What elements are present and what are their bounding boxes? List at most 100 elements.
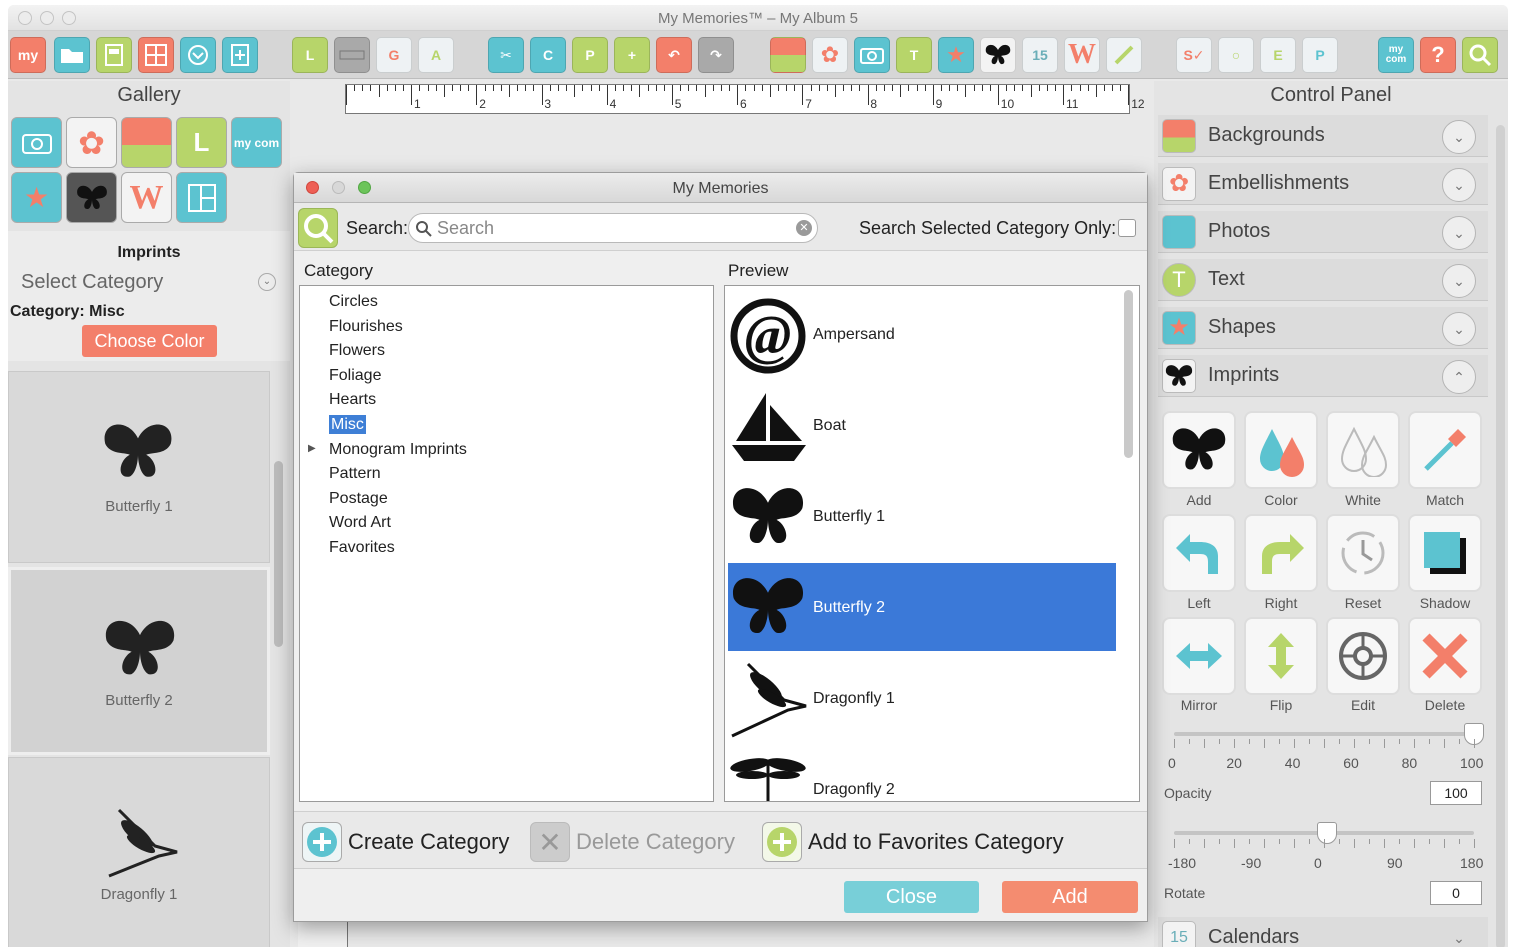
rotate-value-field[interactable]: 0 [1430,881,1482,905]
category-item[interactable]: Flowers [329,342,385,360]
export-icon[interactable]: E [1260,37,1296,73]
category-item[interactable]: Flourishes [329,318,403,336]
add-button[interactable]: Add [1002,881,1138,913]
choose-color-button[interactable]: Choose Color [82,325,217,357]
clear-search-icon[interactable]: ✕ [796,220,812,236]
preview-scrollbar[interactable] [1124,290,1133,458]
opacity-value-field[interactable]: 100 [1430,781,1482,805]
rotate-right-button[interactable] [1244,514,1318,592]
chevron-up-icon[interactable]: ⌃ [1442,360,1476,394]
search-input[interactable] [408,213,818,243]
mirror-button[interactable] [1162,617,1236,695]
opacity-slider[interactable] [1174,732,1474,736]
add-to-favorites-button[interactable]: Add to Favorites Category [762,821,1064,863]
shadow-button[interactable] [1408,514,1482,592]
category-item[interactable]: Postage [329,490,388,508]
reset-button[interactable] [1326,514,1400,592]
align-tool-icon[interactable]: A [418,37,454,73]
gallery-embellishments-icon[interactable]: ✿ [66,117,117,168]
category-item[interactable]: Word Art [329,514,391,532]
delete-category-button[interactable]: ✕ Delete Category [530,821,735,863]
my-logo-icon[interactable]: my [10,37,46,73]
gallery-shapes-icon[interactable]: ★ [11,172,62,223]
layout-icon[interactable] [138,37,174,73]
chevron-down-icon[interactable]: ⌄ [1442,264,1476,298]
redo-icon[interactable]: ↷ [698,37,734,73]
gallery-layouts-icon[interactable]: L [176,117,227,168]
download-icon[interactable] [180,37,216,73]
control-panel-scrollbar[interactable] [1496,125,1505,947]
close-button[interactable]: Close [844,881,979,913]
ruler-tool-icon[interactable] [334,37,370,73]
category-item[interactable]: Monogram Imprints [329,441,467,459]
gallery-word-art-icon[interactable]: W [121,172,172,223]
section-text[interactable]: T Text ⌄ [1158,259,1488,301]
shapes-star-icon[interactable]: ★ [938,37,974,73]
section-photos[interactable]: Photos ⌄ [1158,211,1488,253]
paste-tool-icon[interactable]: P [572,37,608,73]
gallery-photos-icon[interactable] [11,117,62,168]
color-button[interactable] [1244,411,1318,489]
chevron-down-icon[interactable]: ⌄ [258,273,276,291]
white-button[interactable] [1326,411,1400,489]
chevron-down-icon[interactable]: ⌄ [1442,922,1476,947]
category-item[interactable]: Favorites [329,539,395,557]
add-page-icon[interactable] [222,37,258,73]
section-imprints[interactable]: Imprints ⌃ [1158,355,1488,397]
preview-item[interactable]: Dragonfly 1 [728,654,1116,742]
preview-item[interactable]: Butterfly 1 [728,472,1116,560]
preview-icon[interactable]: ○ [1218,37,1254,73]
gallery-templates-icon[interactable] [176,172,227,223]
word-art-icon[interactable]: W [1064,37,1100,73]
rotate-slider-thumb[interactable] [1317,822,1337,844]
category-item[interactable]: Pattern [329,465,381,483]
save-icon[interactable] [96,37,132,73]
gallery-mycom-icon[interactable]: my com [231,117,282,168]
preview-item[interactable]: Dragonfly 2 [728,745,1116,801]
edit-button[interactable] [1326,617,1400,695]
delete-button[interactable] [1408,617,1482,695]
preview-item-selected[interactable]: Butterfly 2 [728,563,1116,651]
chevron-down-icon[interactable]: ⌄ [1442,312,1476,346]
chevron-down-icon[interactable]: ⌄ [1442,216,1476,250]
category-item[interactable]: Foliage [329,367,381,385]
gallery-scrollbar[interactable] [274,461,283,647]
brush-icon[interactable] [1106,37,1142,73]
select-category-dropdown[interactable]: Select Category [21,271,163,294]
gallery-item[interactable]: Dragonfly 1 [8,757,270,947]
section-embellishments[interactable]: ✿ Embellishments ⌄ [1158,163,1488,205]
layout-template-icon[interactable]: L [292,37,328,73]
section-calendars[interactable]: 15 Calendars ⌄ [1158,917,1488,947]
section-backgrounds[interactable]: Backgrounds ⌄ [1158,115,1488,157]
category-item[interactable]: Circles [329,293,378,311]
print-icon[interactable]: P [1302,37,1338,73]
disclosure-triangle-icon[interactable]: ▶ [308,443,316,454]
folder-icon[interactable] [54,37,90,73]
create-category-button[interactable]: Create Category [302,821,509,863]
butterfly-icon[interactable] [980,37,1016,73]
rotate-left-button[interactable] [1162,514,1236,592]
grid-tool-icon[interactable]: G [376,37,412,73]
chevron-down-icon[interactable]: ⌄ [1442,120,1476,154]
search-selected-only-checkbox[interactable] [1118,219,1136,237]
calendar-icon[interactable]: 15 [1022,37,1058,73]
section-shapes[interactable]: ★ Shapes ⌄ [1158,307,1488,349]
gallery-backgrounds-icon[interactable] [121,117,172,168]
backgrounds-icon[interactable] [770,37,806,73]
undo-icon[interactable]: ↶ [656,37,692,73]
gallery-item[interactable]: Butterfly 2 [8,567,270,755]
chevron-down-icon[interactable]: ⌄ [1442,168,1476,202]
gallery-item[interactable]: Butterfly 1 [8,371,270,563]
cut-tool-icon[interactable]: ✂ [488,37,524,73]
flip-button[interactable] [1244,617,1318,695]
category-item[interactable]: Hearts [329,391,376,409]
embellishments-flower-icon[interactable]: ✿ [812,37,848,73]
add-tool-icon[interactable]: + [614,37,650,73]
zoom-search-icon[interactable] [1462,37,1498,73]
mymemories-com-icon[interactable]: my com [1378,37,1414,73]
preview-item[interactable]: @ Ampersand [728,290,1116,378]
match-button[interactable] [1408,411,1482,489]
gallery-imprints-icon[interactable] [66,172,117,223]
text-tool-icon[interactable]: T [896,37,932,73]
camera-icon[interactable] [854,37,890,73]
